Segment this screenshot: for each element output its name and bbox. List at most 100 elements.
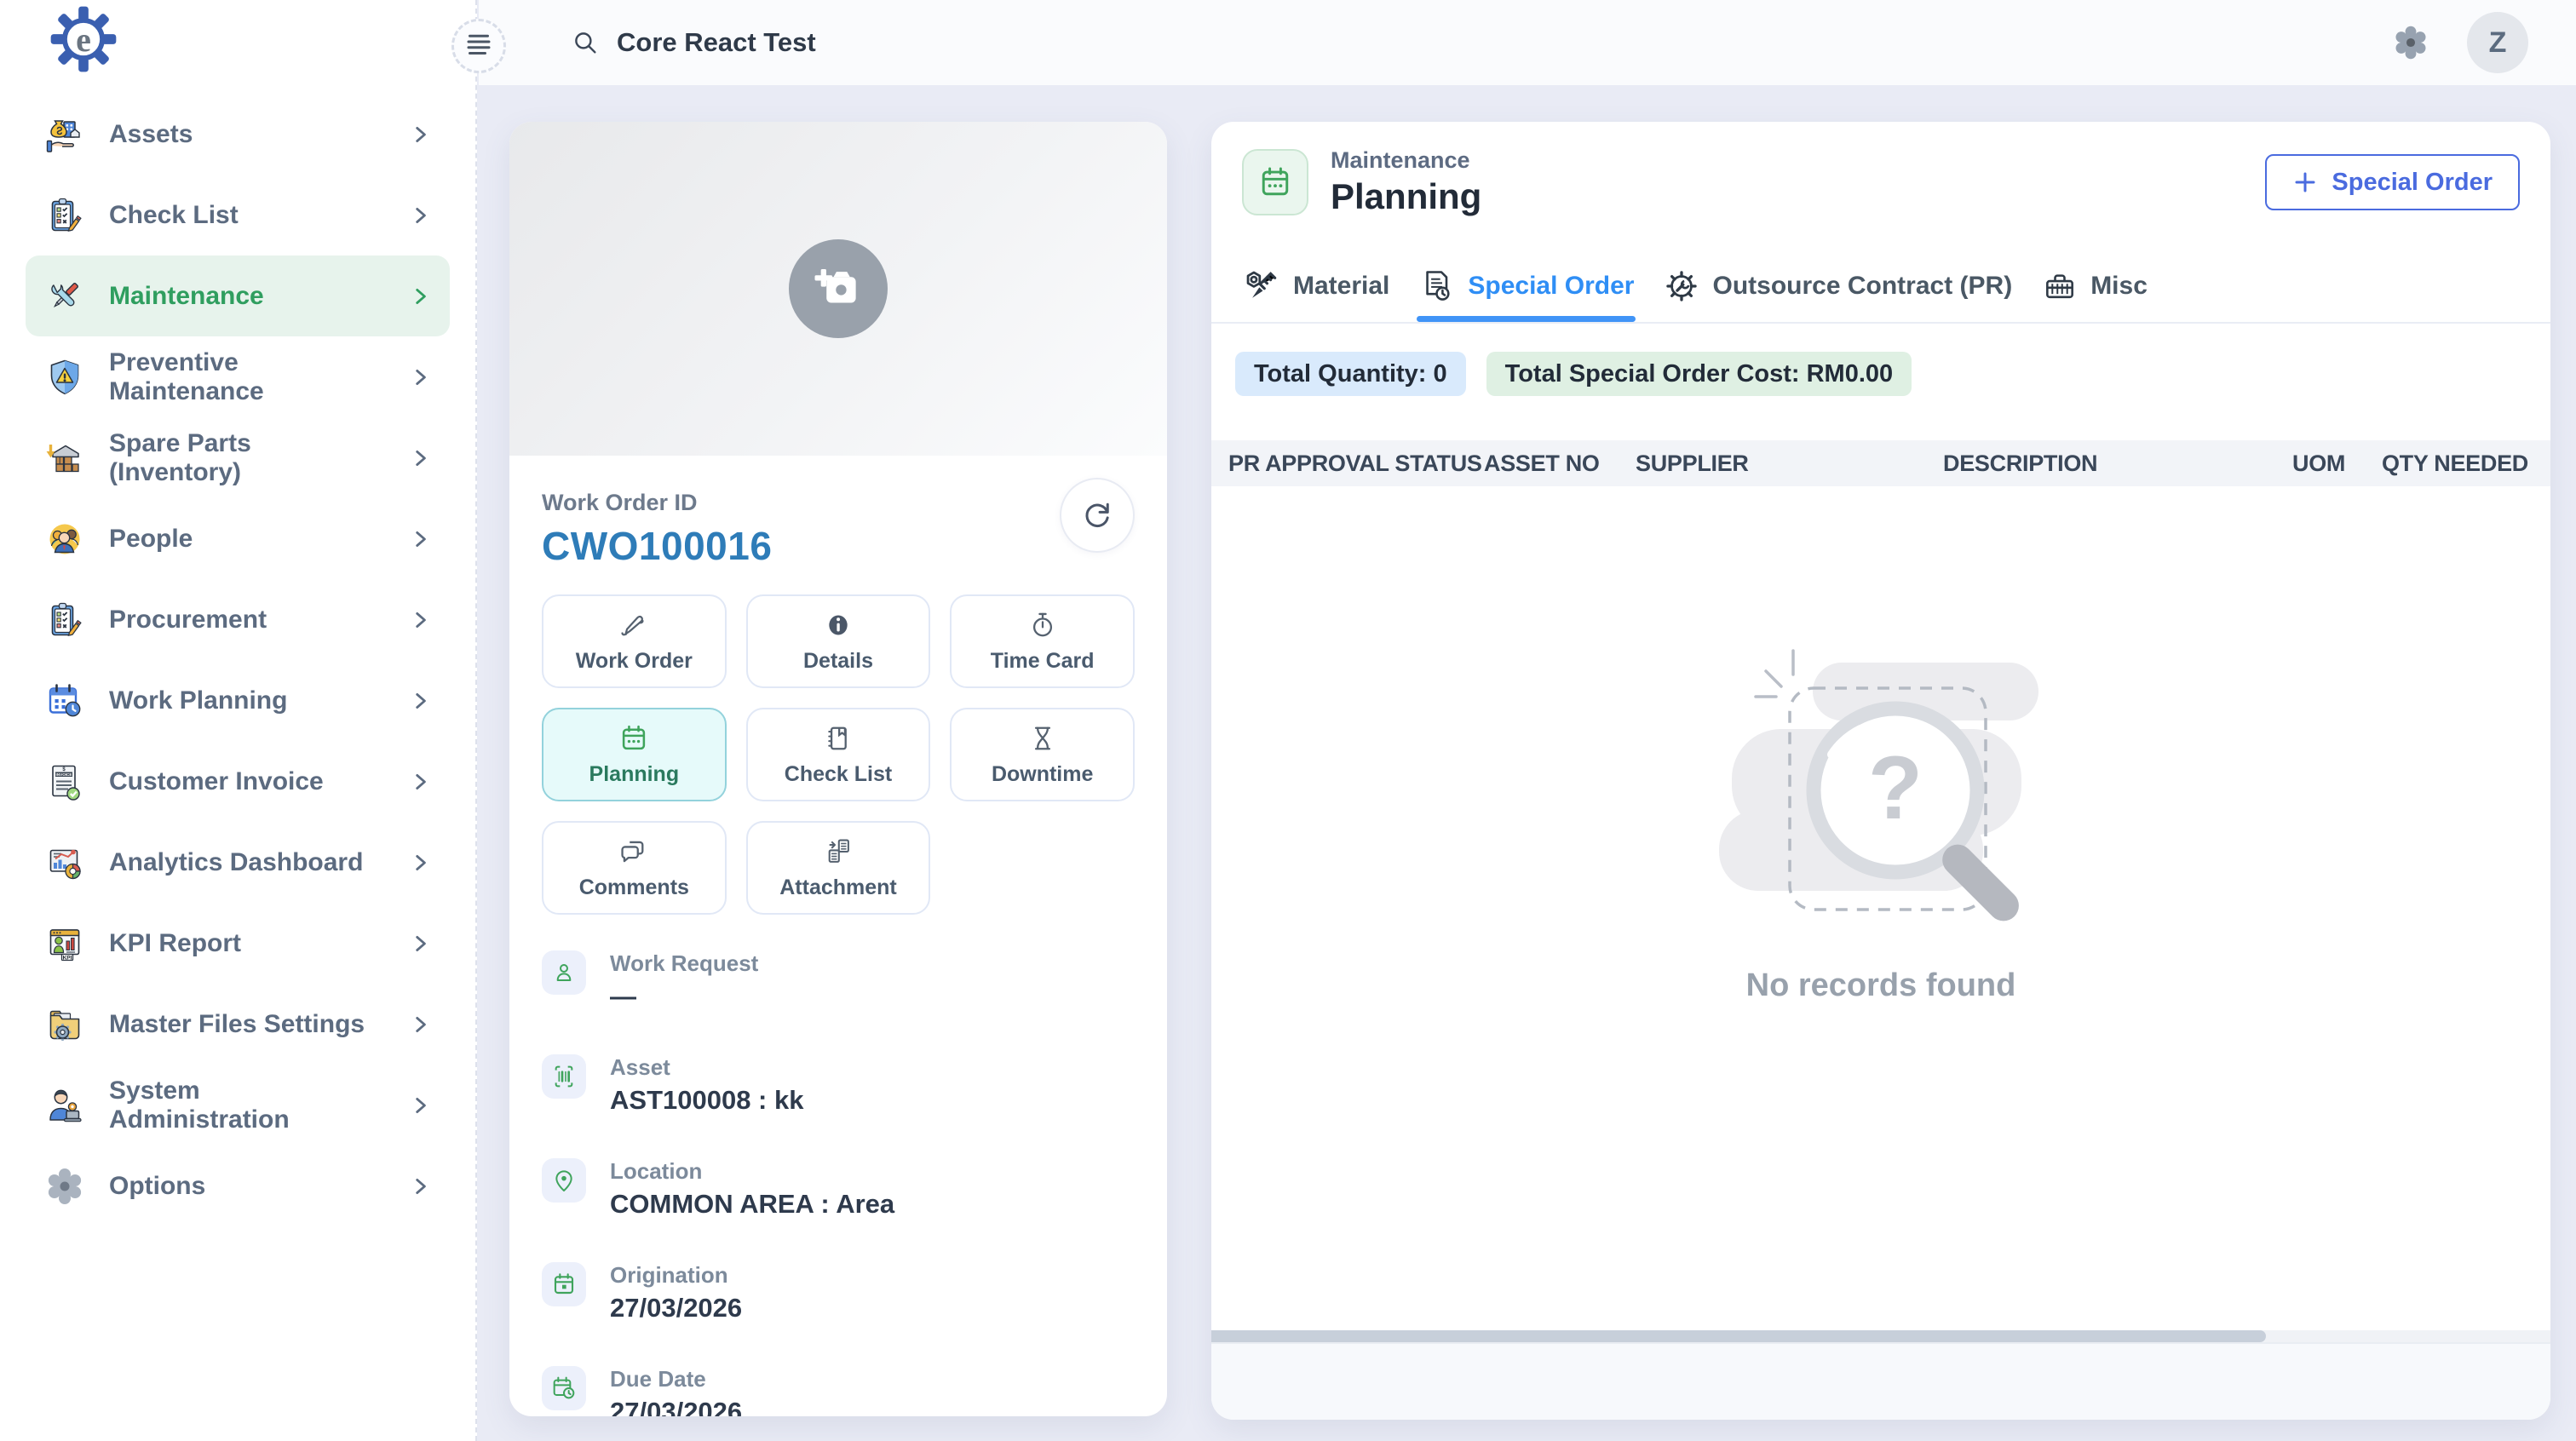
table-column-header[interactable]: ASSET NO xyxy=(1484,451,1636,477)
table-column-header[interactable]: DESCRIPTION xyxy=(1943,451,2292,477)
table-column-header[interactable]: UOM xyxy=(2292,451,2374,477)
search-icon xyxy=(571,28,600,57)
work-order-nav-grid: Work Order Details Time Card Planning Ch… xyxy=(542,594,1135,915)
sidebar-item-label: System Administration xyxy=(109,1076,385,1134)
chevron-right-icon xyxy=(409,933,431,955)
work-order-card: Work Order ID CWO100016 Work Order Detai… xyxy=(509,122,1167,1416)
global-search[interactable]: Core React Test xyxy=(571,27,816,58)
user-avatar[interactable]: Z xyxy=(2467,12,2528,73)
detail-icon xyxy=(542,1366,586,1410)
sidebar-item-label: Preventive Maintenance xyxy=(109,348,385,406)
sidebar-item-label: Spare Parts (Inventory) xyxy=(109,429,385,487)
planning-tab[interactable]: Special Order xyxy=(1417,250,1636,322)
work-order-id-label: Work Order ID xyxy=(542,490,1135,516)
nav-button-label: Downtime xyxy=(992,762,1093,787)
work-order-nav-button[interactable]: Work Order xyxy=(542,594,727,688)
chevron-right-icon xyxy=(409,204,431,227)
sidebar-item-label: Options xyxy=(109,1172,385,1201)
add-photo-camera-icon[interactable] xyxy=(789,239,888,338)
nav-button-label: Attachment xyxy=(779,876,897,900)
table-column-header[interactable]: PR APPROVAL STATUS xyxy=(1211,451,1484,477)
nav-button-label: Planning xyxy=(589,762,680,787)
nav-button-icon xyxy=(822,835,854,868)
tab-label: Outsource Contract (PR) xyxy=(1712,272,2012,301)
sidebar-item-label: Work Planning xyxy=(109,686,385,715)
sidebar-collapse-button[interactable] xyxy=(451,19,506,73)
sidebar-item[interactable]: People xyxy=(26,498,450,579)
sidebar-item-icon xyxy=(44,600,85,640)
add-special-order-button[interactable]: Special Order xyxy=(2265,154,2520,210)
sidebar-item-icon xyxy=(44,114,85,155)
nav-button-icon xyxy=(618,835,650,868)
nav-button-icon xyxy=(822,609,854,641)
scrollbar-thumb[interactable] xyxy=(1211,1330,2266,1342)
tab-label: Material xyxy=(1293,272,1389,301)
sidebar-item[interactable]: Maintenance xyxy=(26,255,450,336)
search-text: Core React Test xyxy=(617,27,816,58)
sidebar-item[interactable]: Analytics Dashboard xyxy=(26,822,450,903)
svg-text:e: e xyxy=(76,20,91,59)
work-order-nav-button[interactable]: Details xyxy=(746,594,931,688)
nav-button-icon xyxy=(822,722,854,755)
sidebar-item-label: People xyxy=(109,525,385,554)
sidebar-item[interactable]: KPI KPI Report xyxy=(26,903,450,984)
tab-icon xyxy=(1244,267,1281,305)
chevron-right-icon xyxy=(409,366,431,388)
refresh-button[interactable] xyxy=(1060,478,1135,553)
sidebar-item-icon xyxy=(44,276,85,317)
detail-label: Origination xyxy=(610,1262,742,1289)
planning-tab[interactable]: Misc xyxy=(2039,250,2149,322)
app-logo-gear-e-icon[interactable]: e xyxy=(49,5,118,73)
work-order-nav-button[interactable]: Comments xyxy=(542,821,727,915)
horizontal-scrollbar[interactable] xyxy=(1211,1330,2550,1342)
panel-footer xyxy=(1211,1342,2550,1420)
sidebar-item-icon xyxy=(44,519,85,560)
panel-titles: Maintenance Planning xyxy=(1331,147,1481,217)
sidebar-item[interactable]: Master Files Settings xyxy=(26,984,450,1065)
empty-state: ? No records found xyxy=(1211,644,2550,1004)
sidebar-item[interactable]: Work Planning xyxy=(26,660,450,741)
sidebar-item[interactable]: Assets xyxy=(26,94,450,175)
planning-tab[interactable]: Material xyxy=(1242,250,1391,322)
work-order-nav-button[interactable]: Check List xyxy=(746,708,931,801)
sidebar-item[interactable]: Options xyxy=(26,1145,450,1226)
sidebar-item-icon: $INVOICE xyxy=(44,761,85,802)
detail-row: Due Date 27/03/2026 xyxy=(542,1366,1135,1416)
table-column-header[interactable]: SUPPLIER xyxy=(1636,451,1943,477)
detail-row: Origination 27/03/2026 xyxy=(542,1262,1135,1323)
sidebar-item[interactable]: Preventive Maintenance xyxy=(26,336,450,417)
work-order-id-value[interactable]: CWO100016 xyxy=(542,523,1135,569)
sidebar-item-icon xyxy=(44,1166,85,1207)
sidebar-item-icon: KPI xyxy=(44,923,85,964)
work-order-nav-button[interactable]: Planning xyxy=(542,708,727,801)
svg-text:KPI: KPI xyxy=(63,955,72,961)
work-order-body: Work Order ID CWO100016 Work Order Detai… xyxy=(509,456,1167,1416)
chevron-right-icon xyxy=(409,123,431,146)
table-column-header[interactable]: QTY NEEDED xyxy=(2374,451,2550,477)
work-order-nav-button[interactable]: Attachment xyxy=(746,821,931,915)
planning-tab[interactable]: Outsource Contract (PR) xyxy=(1661,250,2014,322)
total-badge: Total Special Order Cost: RM0.00 xyxy=(1486,352,1912,396)
detail-row: Location COMMON AREA : Area xyxy=(542,1158,1135,1220)
sidebar-item[interactable]: Spare Parts (Inventory) xyxy=(26,417,450,498)
sidebar-item[interactable]: Check List xyxy=(26,175,450,255)
sidebar-item[interactable]: $INVOICE Customer Invoice xyxy=(26,741,450,822)
detail-icon xyxy=(542,950,586,995)
sidebar-item[interactable]: Procurement xyxy=(26,579,450,660)
work-order-nav-button[interactable]: Downtime xyxy=(950,708,1135,801)
page-title: Planning xyxy=(1331,176,1481,217)
detail-value: — xyxy=(610,981,758,1012)
settings-gear-icon[interactable] xyxy=(2392,24,2429,61)
photo-upload-area[interactable] xyxy=(509,122,1167,456)
nav-button-label: Work Order xyxy=(576,649,693,674)
chevron-right-icon xyxy=(409,447,431,469)
nav-button-icon xyxy=(618,609,650,641)
sidebar-item[interactable]: System Administration xyxy=(26,1065,450,1145)
sidebar-item-label: KPI Report xyxy=(109,929,385,958)
chevron-right-icon xyxy=(409,1013,431,1036)
planning-tabs: Material Special Order Outsource Contrac… xyxy=(1242,250,2149,322)
chevron-right-icon xyxy=(409,1175,431,1197)
work-order-nav-button[interactable]: Time Card xyxy=(950,594,1135,688)
chevron-right-icon xyxy=(409,1094,431,1117)
main-content: Work Order ID CWO100016 Work Order Detai… xyxy=(479,85,2576,1441)
